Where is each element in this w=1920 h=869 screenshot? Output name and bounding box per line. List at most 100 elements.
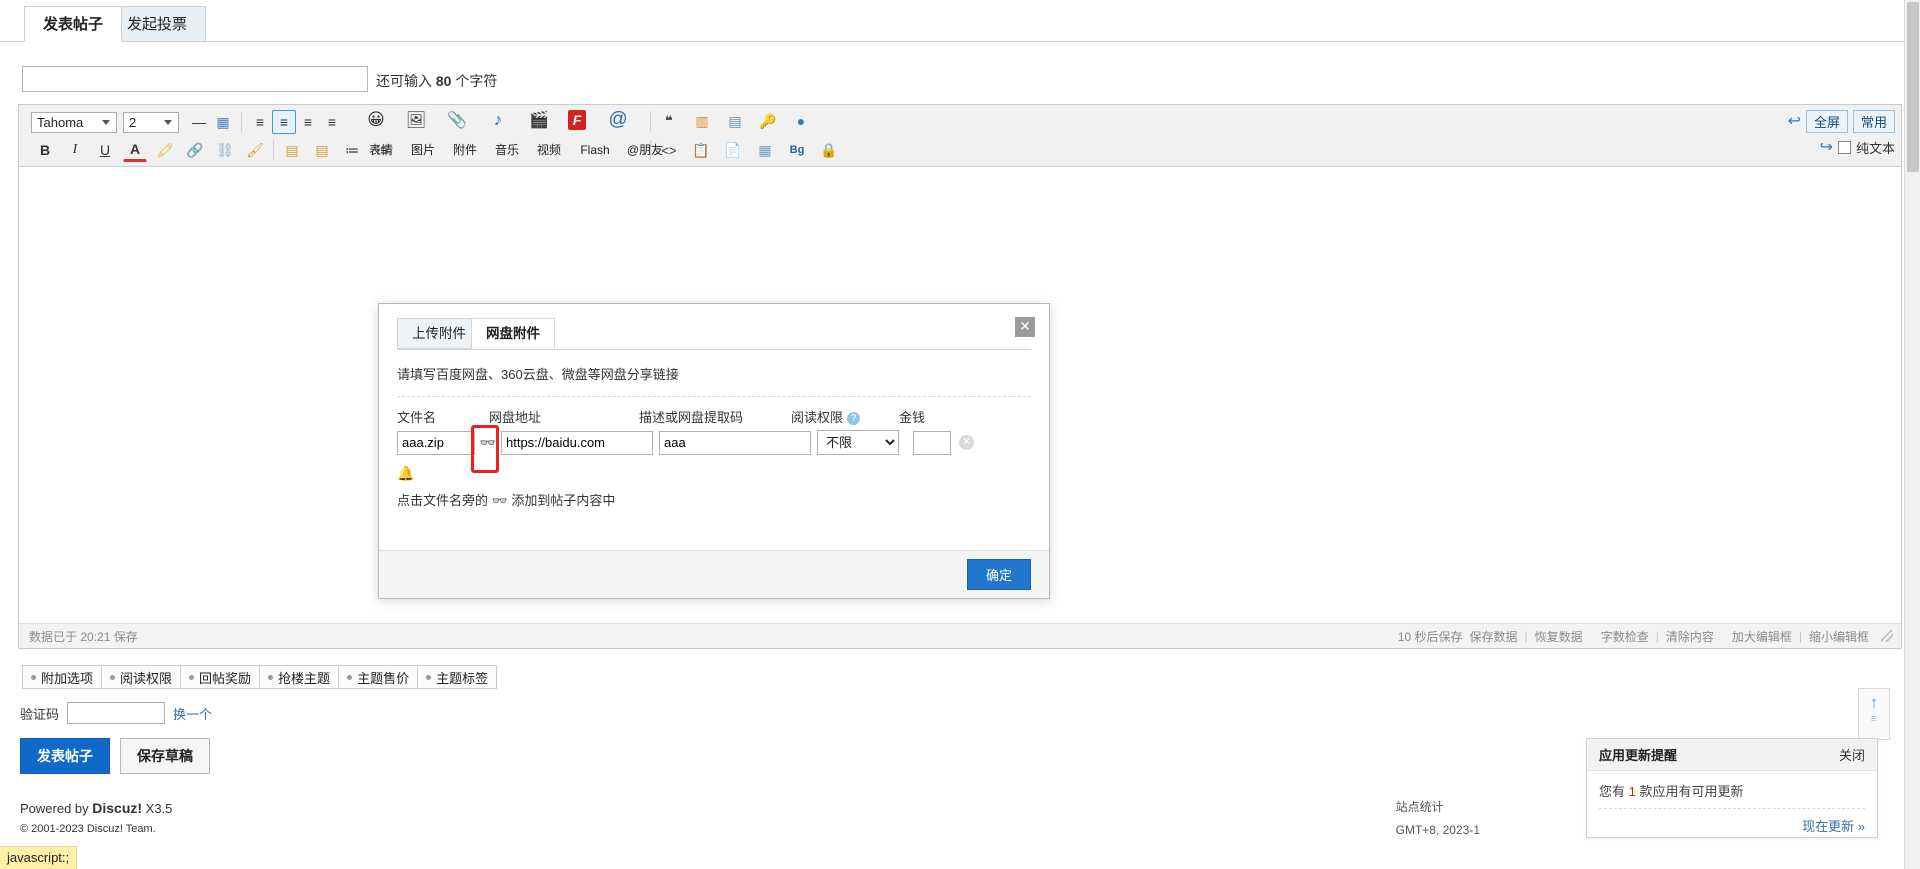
close-icon[interactable]: ✕ (1015, 317, 1035, 337)
font-family-value: Tahoma (37, 114, 84, 130)
lock-icon[interactable]: 🔒 (817, 138, 841, 162)
post-options-row: 附加选项 阅读权限 回帖奖励 抢楼主题 主题售价 主题标签 (22, 665, 498, 689)
post-thread-button[interactable]: 发表帖子 (20, 738, 110, 774)
flash-icon[interactable]: F (568, 110, 586, 130)
option-additional[interactable]: 附加选项 (22, 665, 103, 689)
option-read-permission[interactable]: 阅读权限 (101, 665, 182, 689)
font-family-select[interactable]: Tahoma (31, 111, 117, 133)
indent-icon[interactable]: ▤ (310, 138, 334, 162)
underline-icon[interactable]: U (93, 138, 117, 162)
site-stats-label[interactable]: 站点统计 (1396, 798, 1480, 815)
quote-icon[interactable]: ❝ (657, 109, 681, 133)
source-code-icon[interactable]: <> (657, 138, 681, 162)
attachment-icon[interactable]: 📎 (445, 108, 469, 132)
option-reply-reward[interactable]: 回帖奖励 (180, 665, 261, 689)
site-footer: Powered by Discuz! X3.5 © 2001-2023 Disc… (20, 800, 172, 835)
help-icon[interactable]: ? (847, 412, 861, 425)
text-color-icon[interactable]: A (123, 138, 147, 162)
music-icon[interactable]: ♪ (486, 108, 510, 132)
flash-button[interactable]: Flash (574, 143, 616, 157)
option-label: 主题售价 (357, 670, 410, 686)
image-icon[interactable]: 🖼 (404, 108, 428, 132)
enlarge-editor-link[interactable]: 加大编辑框 (1732, 628, 1792, 645)
powered-by-line: Powered by Discuz! X3.5 (20, 800, 172, 816)
menu-bars-icon[interactable]: ≡ (1871, 714, 1877, 725)
toolbar-right-line-1: ↩ 全屏 常用 (1788, 108, 1895, 134)
bold-icon[interactable]: B (33, 138, 57, 162)
read-permission-select[interactable]: 不限 (817, 430, 899, 455)
option-label: 抢楼主题 (278, 670, 331, 686)
paste-icon[interactable]: 📋 (689, 138, 713, 162)
notice-close-button[interactable]: 关闭 (1839, 745, 1865, 764)
ball-icon[interactable]: ● (789, 109, 813, 133)
save-data-link[interactable]: 保存数据 (1470, 628, 1518, 645)
remove-link-icon[interactable]: ⛓ (213, 138, 237, 162)
highlight-color-icon[interactable]: 🖍 (153, 138, 177, 162)
column-description: 描述或网盘提取码 (639, 410, 744, 425)
option-thread-price[interactable]: 主题售价 (338, 665, 419, 689)
insert-link-icon[interactable]: 🔗 (183, 138, 207, 162)
scrollbar-thumb[interactable] (1907, 2, 1919, 172)
italic-icon[interactable]: I (63, 138, 87, 162)
word-count-link[interactable]: 字数检查 (1601, 628, 1649, 645)
scroll-to-top-widget[interactable]: ↑ ≡ (1858, 688, 1890, 740)
smiley-icon[interactable]: 😀 (364, 108, 388, 132)
subject-input[interactable] (22, 66, 368, 92)
confirm-button[interactable]: 确定 (966, 559, 1031, 590)
fullscreen-button[interactable]: 全屏 (1805, 109, 1848, 133)
align-right-icon[interactable]: ≡ (320, 110, 344, 134)
free-icon[interactable]: ▥ (690, 109, 714, 133)
option-thread-tags[interactable]: 主题标签 (417, 665, 498, 689)
mention-friend-icon[interactable]: @ (606, 108, 630, 132)
horizontal-rule-icon[interactable]: — (187, 110, 211, 134)
tab-create-poll[interactable]: 发起投票 (108, 6, 207, 42)
resize-grip[interactable] (1881, 630, 1893, 642)
column-permission: 阅读权限? (791, 407, 899, 426)
notice-update-count: 1 (1628, 784, 1636, 799)
table-icon[interactable]: ▦ (211, 110, 235, 134)
modal-tab-upload-attachment[interactable]: 上传附件 (397, 318, 481, 349)
save-draft-button[interactable]: 保存草稿 (120, 738, 210, 774)
align-left-icon[interactable]: ≡ (248, 110, 272, 134)
image-label: 图片 (410, 143, 435, 157)
hide-icon[interactable]: ▤ (723, 109, 747, 133)
insert-link-to-post-icon[interactable]: 👓 (475, 435, 501, 451)
smiley-button[interactable]: 表情 (364, 143, 398, 157)
filename-input[interactable] (397, 430, 475, 455)
video-button[interactable]: 视频 (532, 143, 566, 157)
seccode-refresh-link[interactable]: 换一个 (173, 704, 212, 723)
table-grid-icon[interactable]: ▦ (753, 138, 777, 162)
common-button[interactable]: 常用 (1852, 109, 1895, 133)
clear-content-link[interactable]: 清除内容 (1666, 628, 1714, 645)
attachment-button[interactable]: 附件 (448, 143, 482, 157)
clear-format-icon[interactable]: 🖌 (243, 138, 267, 162)
ordered-list-icon[interactable]: ≔ (340, 138, 364, 162)
arrow-up-icon[interactable]: ↑ (1870, 694, 1879, 711)
image-button[interactable]: 图片 (406, 143, 440, 157)
modal-tab-netdisk-attachment[interactable]: 网盘附件 (471, 318, 555, 349)
option-grab-floor[interactable]: 抢楼主题 (259, 665, 340, 689)
undo-icon[interactable]: ↩ (1788, 111, 1801, 131)
background-color-icon[interactable]: Bg (785, 138, 809, 162)
restore-data-link[interactable]: 恢复数据 (1535, 628, 1583, 645)
description-input[interactable] (659, 430, 811, 455)
update-now-link[interactable]: 现在更新 » (1802, 819, 1865, 834)
font-size-select[interactable]: 2 (123, 111, 179, 133)
shrink-editor-link[interactable]: 缩小编辑框 (1809, 628, 1869, 645)
page-root: 发表帖子 发起投票 还可输入 80 个字符 Tahoma 2 — ▦ ≡ ≡ ≡… (0, 0, 1920, 869)
music-button[interactable]: 音乐 (490, 143, 524, 157)
delete-row-icon[interactable]: ✕ (959, 435, 974, 450)
page-scrollbar[interactable] (1904, 0, 1920, 869)
tab-post-thread[interactable]: 发表帖子 (24, 6, 123, 42)
seccode-input[interactable] (67, 702, 166, 724)
money-input[interactable] (913, 430, 951, 455)
netdisk-url-input[interactable] (501, 430, 653, 455)
paste-word-icon[interactable]: 📄 (721, 138, 745, 162)
outdent-icon[interactable]: ▤ (280, 138, 304, 162)
align-center-icon[interactable]: ≡ (296, 110, 320, 134)
submit-row: 发表帖子 保存草稿 (20, 738, 210, 774)
bullet-icon (268, 674, 274, 680)
align-justify-icon[interactable]: ≡ (272, 110, 296, 134)
password-icon[interactable]: 🔑 (756, 109, 780, 133)
video-icon[interactable]: 🎬 (527, 108, 551, 132)
